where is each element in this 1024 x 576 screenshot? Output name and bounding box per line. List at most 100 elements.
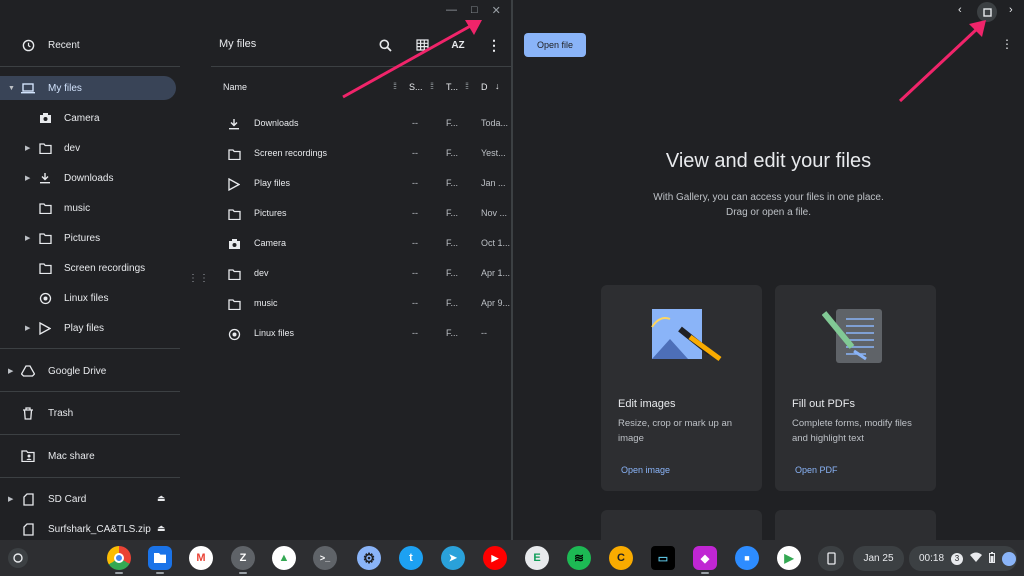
maximize-icon[interactable] <box>977 2 997 22</box>
phone-hub-icon[interactable] <box>818 546 844 571</box>
drive-icon <box>21 364 35 378</box>
status-tray[interactable]: 00:18 3 <box>909 546 1017 571</box>
more-options-icon[interactable]: ⋮ <box>486 37 502 53</box>
sort-button[interactable]: AZ <box>450 37 466 53</box>
table-row[interactable]: Camera -- F... Oct 1... <box>211 229 511 259</box>
table-row[interactable]: Linux files -- F... -- <box>211 319 511 349</box>
expand-arrow-icon[interactable]: ▼ <box>8 85 15 92</box>
settings-app-icon[interactable]: ⚙ <box>357 546 381 570</box>
row-type: F... <box>446 118 459 128</box>
sidebar-item-label: dev <box>64 142 81 154</box>
twitter-app-icon[interactable]: t <box>399 546 423 570</box>
sidebar-item-music[interactable]: music <box>0 196 176 220</box>
sidebar-item-linux-files[interactable]: Linux files <box>0 286 176 310</box>
download-icon <box>227 117 241 131</box>
folder-icon <box>227 207 241 221</box>
expand-arrow-icon[interactable]: ▶ <box>25 324 30 332</box>
play-store-app-icon[interactable]: ▶ <box>777 546 801 570</box>
sidebar-item-recent[interactable]: Recent <box>0 33 176 57</box>
sidebar-item-camera[interactable]: Camera <box>0 106 176 130</box>
c-app-icon[interactable]: C <box>609 546 633 570</box>
card-partial[interactable] <box>601 510 762 540</box>
search-icon[interactable] <box>377 37 393 53</box>
avatar <box>1002 551 1017 566</box>
e-app-icon[interactable]: E <box>525 546 549 570</box>
sidebar-item-label: Camera <box>64 112 100 124</box>
monitor-app-icon[interactable]: ▭ <box>651 546 675 570</box>
row-name: Downloads <box>254 118 299 128</box>
files-app-icon[interactable] <box>148 546 172 570</box>
date-tray[interactable]: Jan 25 <box>853 546 904 571</box>
pink-app-icon[interactable]: ◆ <box>693 546 717 570</box>
expand-arrow-icon[interactable]: ▶ <box>8 367 13 375</box>
sidebar-item-surfshark-zip[interactable]: Surfshark_CA&TLS.zip ⏏ <box>0 517 176 541</box>
card-partial[interactable] <box>775 510 936 540</box>
column-header-name[interactable]: Name <box>223 82 247 92</box>
row-name: Linux files <box>254 328 295 338</box>
gallery-subtitle: With Gallery, you can access your files … <box>513 190 1024 220</box>
table-row[interactable]: music -- F... Apr 9... <box>211 289 511 319</box>
card-description: Complete forms, modify files and highlig… <box>792 418 912 444</box>
sidebar-item-screen-recordings[interactable]: Screen recordings <box>0 256 176 280</box>
sort-descending-icon[interactable]: ↓ <box>495 81 500 91</box>
table-row[interactable]: Downloads -- F... Toda... <box>211 109 511 139</box>
row-date: Apr 9... <box>481 298 511 308</box>
forward-icon[interactable]: › <box>1009 4 1013 16</box>
edit-images-card[interactable]: Edit images Resize, crop or mark up an i… <box>601 285 762 491</box>
fill-pdfs-card[interactable]: Fill out PDFs Complete forms, modify fil… <box>775 285 936 491</box>
open-pdf-link[interactable]: Open PDF <box>795 465 838 475</box>
expand-arrow-icon[interactable]: ▶ <box>8 495 13 503</box>
column-resize-handle[interactable]: ⁞⁞ <box>430 81 434 91</box>
play-store-icon <box>227 177 241 191</box>
row-name: dev <box>254 268 269 278</box>
eject-icon[interactable]: ⏏ <box>157 523 166 534</box>
column-header-size[interactable]: S... <box>409 82 423 92</box>
close-icon[interactable]: ✕ <box>492 4 501 17</box>
back-icon[interactable]: ‹ <box>958 4 962 16</box>
z-app-icon[interactable]: Z <box>231 546 255 570</box>
expand-arrow-icon[interactable]: ▶ <box>25 144 30 152</box>
gallery-heading: View and edit your files <box>665 150 872 172</box>
sidebar-item-dev[interactable]: ▶ dev <box>0 136 176 160</box>
penguin-icon <box>38 291 52 305</box>
sidebar-divider <box>0 391 180 392</box>
sidebar-item-google-drive[interactable]: ▶ Google Drive <box>0 359 176 383</box>
table-row[interactable]: Pictures -- F... Nov ... <box>211 199 511 229</box>
grid-view-icon[interactable] <box>414 37 430 53</box>
maximize-icon[interactable]: □ <box>471 4 478 17</box>
spotify-app-icon[interactable]: ≋ <box>567 546 591 570</box>
column-header-date[interactable]: D <box>481 82 488 92</box>
camera-icon <box>38 111 52 125</box>
expand-arrow-icon[interactable]: ▶ <box>25 234 30 242</box>
launcher-button[interactable] <box>8 548 28 568</box>
more-options-icon[interactable]: ⋮ <box>1001 37 1013 51</box>
column-resize-handle[interactable]: ⁞⁞ <box>465 81 469 91</box>
eject-icon[interactable]: ⏏ <box>157 493 166 504</box>
sidebar-item-play-files[interactable]: ▶ Play files <box>0 316 176 340</box>
running-indicator <box>239 572 247 574</box>
sidebar-item-downloads[interactable]: ▶ Downloads <box>0 166 176 190</box>
sidebar-item-pictures[interactable]: ▶ Pictures <box>0 226 176 250</box>
column-resize-handle[interactable]: ⁞⁞ <box>393 81 397 91</box>
youtube-app-icon[interactable]: ▶ <box>483 546 507 570</box>
chrome-app-icon[interactable] <box>107 546 131 570</box>
sidebar-item-mac-share[interactable]: Mac share <box>0 444 176 468</box>
drive-app-icon[interactable]: ▲ <box>272 546 296 570</box>
terminal-app-icon[interactable]: >_ <box>313 546 337 570</box>
open-image-link[interactable]: Open image <box>621 465 670 475</box>
open-file-button[interactable]: Open file <box>524 33 586 57</box>
gmail-app-icon[interactable]: M <box>189 546 213 570</box>
sidebar-item-my-files[interactable]: ▼ My files <box>0 76 176 100</box>
minimize-icon[interactable]: — <box>446 4 457 17</box>
expand-arrow-icon[interactable]: ▶ <box>25 174 30 182</box>
sidebar-item-trash[interactable]: Trash <box>0 401 176 425</box>
sidebar-resize-handle[interactable]: ⋮⋮ <box>188 274 209 284</box>
column-header-type[interactable]: T... <box>446 82 458 92</box>
table-row[interactable]: Screen recordings -- F... Yest... <box>211 139 511 169</box>
table-row[interactable]: dev -- F... Apr 1... <box>211 259 511 289</box>
zoom-app-icon[interactable]: ■ <box>735 546 759 570</box>
telegram-app-icon[interactable]: ➤ <box>441 546 465 570</box>
table-row[interactable]: Play files -- F... Jan ... <box>211 169 511 199</box>
sidebar-divider <box>0 434 180 435</box>
sidebar-item-sd-card[interactable]: ▶ SD Card ⏏ <box>0 487 176 511</box>
